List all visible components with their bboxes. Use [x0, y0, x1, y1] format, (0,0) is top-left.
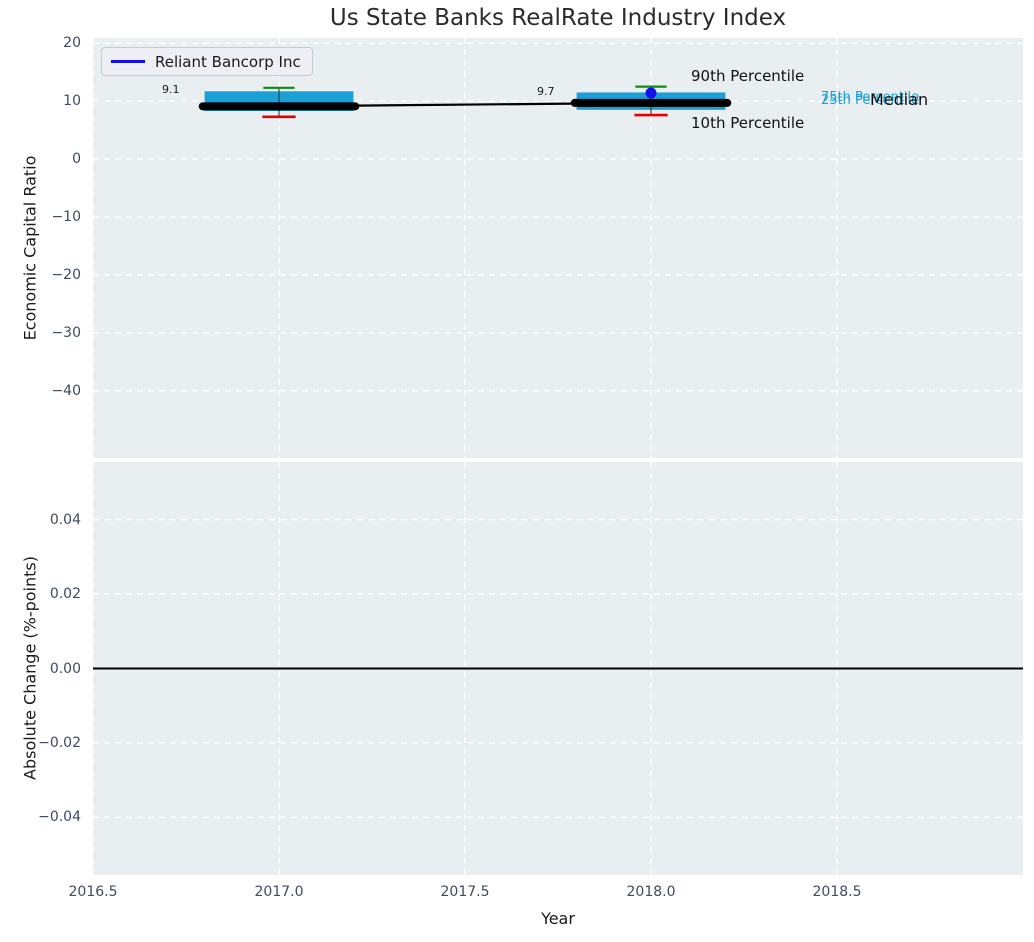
x-tick-label: 2017.0	[254, 884, 304, 900]
legend-label: Reliant Bancorp Inc	[155, 52, 301, 71]
y-tick-label-top: 20	[63, 35, 81, 52]
y-tick-label-top: −30	[51, 324, 81, 341]
median-value-label-2017: 9.1	[162, 83, 180, 96]
y-tick-label-bottom: −0.02	[38, 734, 81, 751]
x-tick-label: 2018.0	[626, 884, 676, 900]
median-value-label-2018: 9.7	[537, 85, 555, 98]
y-tick-label-bottom: 0.00	[49, 660, 81, 677]
y-tick-label-top: −40	[51, 382, 81, 399]
y-tick-label-top: 0	[72, 151, 81, 168]
x-tick-label: 2017.5	[440, 884, 490, 900]
annotation-10th-percentile: 10th Percentile	[691, 114, 805, 132]
bottom-plot-svg	[93, 462, 1023, 875]
x-tick-label: 2018.5	[812, 884, 862, 900]
y-tick-label-top: 10	[63, 93, 81, 110]
x-axis-label: Year	[541, 909, 575, 928]
company-marker-dot	[645, 87, 657, 99]
top-axes: Reliant Bancorp Inc 9.1 9.7 90th Percent…	[93, 38, 1023, 458]
x-tick-label: 2016.5	[68, 884, 118, 900]
chart-title: Us State Banks RealRate Industry Index	[329, 5, 787, 31]
legend[interactable]: Reliant Bancorp Inc	[101, 47, 313, 76]
y-tick-label-bottom: 0.04	[49, 511, 81, 528]
y-tick-label-top: −20	[51, 266, 81, 283]
bottom-axes	[93, 462, 1023, 875]
y-tick-label-top: −10	[51, 209, 81, 225]
annotation-90th-percentile: 90th Percentile	[691, 67, 805, 85]
y-axis-label-top: Economic Capital Ratio	[20, 155, 40, 341]
figure: Us State Banks RealRate Industry Index R…	[0, 0, 1034, 942]
y-tick-label-bottom: −0.04	[38, 809, 81, 826]
y-tick-label-bottom: 0.02	[49, 586, 81, 603]
annotation-median: Median	[870, 90, 929, 109]
legend-line-swatch	[111, 60, 145, 63]
